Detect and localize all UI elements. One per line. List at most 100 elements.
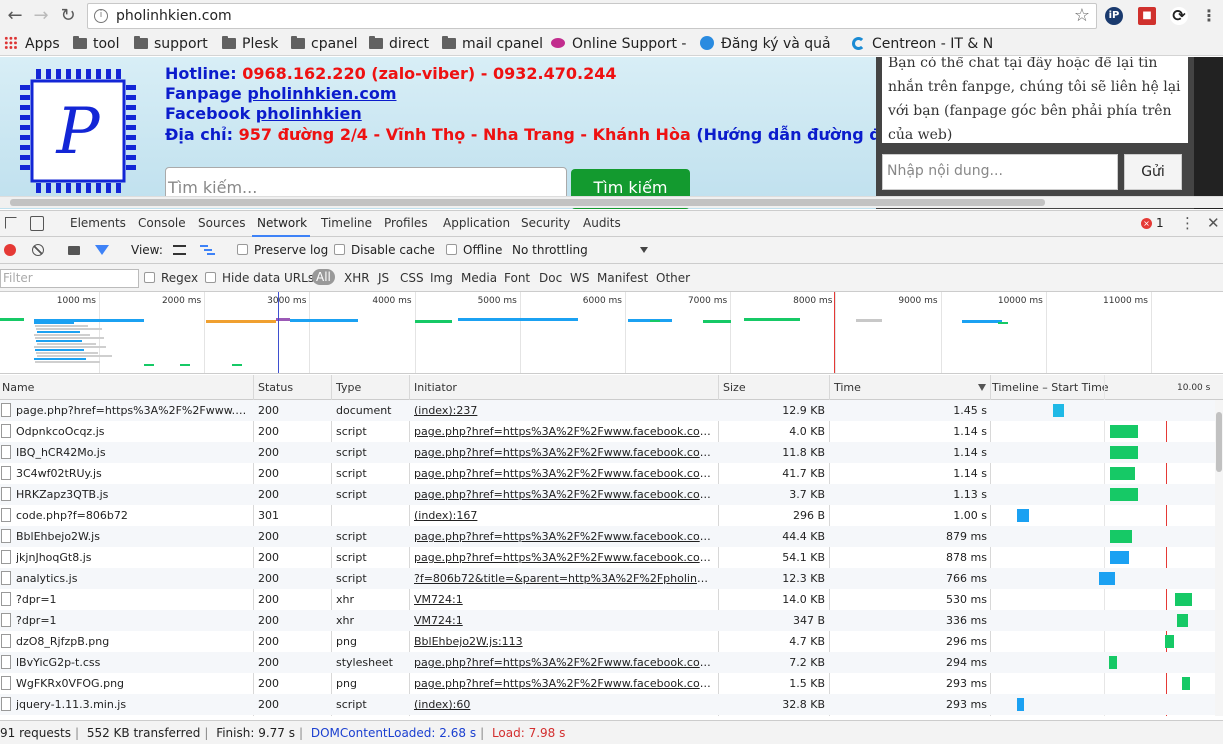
request-row[interactable]: lBvYicG2p-t.css 200 stylesheet page.php?hre…: [0, 652, 1215, 673]
column-timeline[interactable]: Timeline – Start Time: [992, 381, 1109, 394]
request-initiator[interactable]: (index):237: [414, 404, 712, 417]
error-count[interactable]: 1: [1156, 216, 1164, 230]
request-timing-bar[interactable]: [1109, 446, 1138, 459]
request-initiator[interactable]: VM724:1: [414, 593, 712, 606]
request-row[interactable]: jkjnJhoqGt8.js 200 script page.php?href=htt…: [0, 547, 1215, 568]
tab-application[interactable]: Application: [443, 216, 510, 230]
request-timing-bar[interactable]: [1109, 551, 1130, 564]
request-row[interactable]: IBQ_hCR42Mo.js 200 script page.php?href=htt…: [0, 442, 1215, 463]
ip-extension-icon[interactable]: iP: [1105, 7, 1123, 25]
directions-link[interactable]: (Hướng dẫn đường đi): [696, 125, 893, 144]
column-initiator[interactable]: Initiator: [414, 381, 457, 394]
extension-icon[interactable]: ■: [1138, 7, 1156, 25]
tab-profiles[interactable]: Profiles: [384, 216, 428, 230]
filter-type-img[interactable]: Img: [430, 271, 453, 285]
request-timing-bar[interactable]: [1109, 425, 1138, 438]
request-row[interactable]: ?dpr=1 200 xhr VM724:1 14.0 KB 530 ms: [0, 589, 1215, 610]
request-timing-bar[interactable]: [1109, 530, 1133, 543]
request-row[interactable]: page.php?href=https%3A%2F%2Fwww.face... 2…: [0, 400, 1215, 421]
tab-network[interactable]: Network: [257, 216, 307, 230]
info-icon[interactable]: i: [94, 9, 108, 23]
address-url[interactable]: pholinhkien.com: [116, 8, 232, 24]
regex-checkbox[interactable]: Regex: [144, 271, 198, 285]
sort-descending-icon[interactable]: [978, 384, 986, 391]
bookmark-cpanel[interactable]: cpanel: [291, 35, 358, 53]
request-row[interactable]: jquery-1.11.3.min.js 200 script (index):60 3…: [0, 694, 1215, 715]
clear-icon[interactable]: [32, 244, 44, 256]
scrollbar-thumb[interactable]: [1216, 412, 1222, 472]
filter-type-xhr[interactable]: XHR: [344, 271, 370, 285]
request-initiator[interactable]: page.php?href=https%3A%2F%2Fwww.facebook…: [414, 677, 712, 690]
checkbox-box[interactable]: [446, 244, 457, 255]
request-timing-bar[interactable]: [1109, 488, 1138, 501]
request-initiator[interactable]: ?f=806b72&title=&parent=http%3A%2F%2Fpho…: [414, 572, 712, 585]
request-row[interactable]: ?dpr=1 200 xhr VM724:1 347 B 336 ms: [0, 610, 1215, 631]
checkbox-box[interactable]: [237, 244, 248, 255]
request-row[interactable]: code.php?f=806b72 301 (index):167 296 B 1.00…: [0, 505, 1215, 526]
checkbox-box[interactable]: [334, 244, 345, 255]
filter-type-css[interactable]: CSS: [400, 271, 424, 285]
request-initiator[interactable]: BblEhbejo2W.js:113: [414, 635, 712, 648]
column-type[interactable]: Type: [336, 381, 361, 394]
requests-scrollbar[interactable]: [1215, 400, 1223, 716]
error-icon[interactable]: ×: [1141, 218, 1152, 229]
request-initiator[interactable]: (index):167: [414, 509, 712, 522]
request-timing-bar[interactable]: [1165, 635, 1174, 648]
request-row[interactable]: 3C4wf02tRUy.js 200 script page.php?href=htt…: [0, 463, 1215, 484]
checkbox-box[interactable]: [205, 272, 216, 283]
bookmark-direct[interactable]: direct: [369, 35, 429, 53]
request-initiator[interactable]: page.php?href=https%3A%2F%2Fwww.facebook…: [414, 530, 712, 543]
filter-input[interactable]: Filter: [0, 269, 139, 288]
request-initiator[interactable]: page.php?href=https%3A%2F%2Fwww.facebook…: [414, 446, 712, 459]
column-status[interactable]: Status: [258, 381, 293, 394]
filter-type-media[interactable]: Media: [461, 271, 497, 285]
page-horizontal-scrollbar[interactable]: [0, 196, 1223, 208]
filter-type-doc[interactable]: Doc: [539, 271, 562, 285]
forward-icon[interactable]: →: [30, 5, 52, 27]
request-row[interactable]: HRKZapz3QTB.js 200 script page.php?href=htt…: [0, 484, 1215, 505]
star-icon[interactable]: ☆: [1074, 5, 1090, 26]
tab-timeline[interactable]: Timeline: [321, 216, 372, 230]
disable-cache-checkbox[interactable]: Disable cache: [334, 243, 435, 257]
menu-icon[interactable]: ⋮: [1200, 7, 1218, 25]
request-initiator[interactable]: (index):60: [414, 698, 712, 711]
request-timing-bar[interactable]: [1016, 509, 1030, 522]
request-timing-bar[interactable]: [1109, 467, 1135, 480]
address-bar[interactable]: i pholinhkien.com ☆: [87, 3, 1097, 29]
column-name[interactable]: Name: [2, 381, 34, 394]
tab-console[interactable]: Console: [138, 216, 186, 230]
filter-type-manifest[interactable]: Manifest: [597, 271, 648, 285]
bookmark-support[interactable]: support: [134, 35, 208, 53]
request-timing-bar[interactable]: [1108, 656, 1117, 669]
bookmark-centreon[interactable]: Centreon - IT & N: [852, 35, 992, 53]
hide-data-urls-checkbox[interactable]: Hide data URLs: [205, 271, 314, 285]
request-timing-bar[interactable]: [1053, 404, 1065, 417]
checkbox-box[interactable]: [144, 272, 155, 283]
request-initiator[interactable]: page.php?href=https%3A%2F%2Fwww.facebook…: [414, 488, 712, 501]
close-icon[interactable]: ✕: [1207, 214, 1220, 232]
network-overview[interactable]: 1000 ms 2000 ms 3000 ms 4000 ms 5000 ms 6000 …: [0, 292, 1223, 374]
request-timing-bar[interactable]: [1098, 572, 1116, 585]
offline-checkbox[interactable]: Offline: [446, 243, 502, 257]
filter-icon[interactable]: [95, 245, 109, 255]
chat-send-button[interactable]: Gửi: [1124, 154, 1182, 190]
request-initiator[interactable]: page.php?href=https%3A%2F%2Fwww.facebook…: [414, 551, 712, 564]
bookmark-mail-cpanel[interactable]: mail cpanel: [442, 35, 543, 53]
scrollbar-thumb[interactable]: [10, 199, 1045, 206]
camera-icon[interactable]: [68, 246, 80, 255]
back-icon[interactable]: ←: [4, 5, 26, 27]
devtools-menu-icon[interactable]: ⋮: [1180, 214, 1195, 232]
request-initiator[interactable]: page.php?href=https%3A%2F%2Fwww.facebook…: [414, 656, 712, 669]
request-initiator[interactable]: page.php?href=https%3A%2F%2Fwww.facebook…: [414, 467, 712, 480]
filter-type-other[interactable]: Other: [656, 271, 690, 285]
waterfall-icon[interactable]: [200, 245, 215, 255]
request-row[interactable]: analytics.js 200 script ?f=806b72&title=&pa…: [0, 568, 1215, 589]
request-row[interactable]: dzO8_RjfzpB.png 200 png BblEhbejo2W.js:113 4…: [0, 631, 1215, 652]
bookmark-online-support[interactable]: Online Support -: [551, 35, 691, 53]
request-row[interactable]: OdpnkcoOcqz.js 200 script page.php?href=htt…: [0, 421, 1215, 442]
tab-audits[interactable]: Audits: [583, 216, 621, 230]
inspect-icon[interactable]: [5, 217, 17, 229]
facebook-link[interactable]: pholinhkien: [256, 104, 362, 123]
request-initiator[interactable]: VM724:1: [414, 614, 712, 627]
bookmark-apps[interactable]: Apps: [4, 35, 60, 53]
